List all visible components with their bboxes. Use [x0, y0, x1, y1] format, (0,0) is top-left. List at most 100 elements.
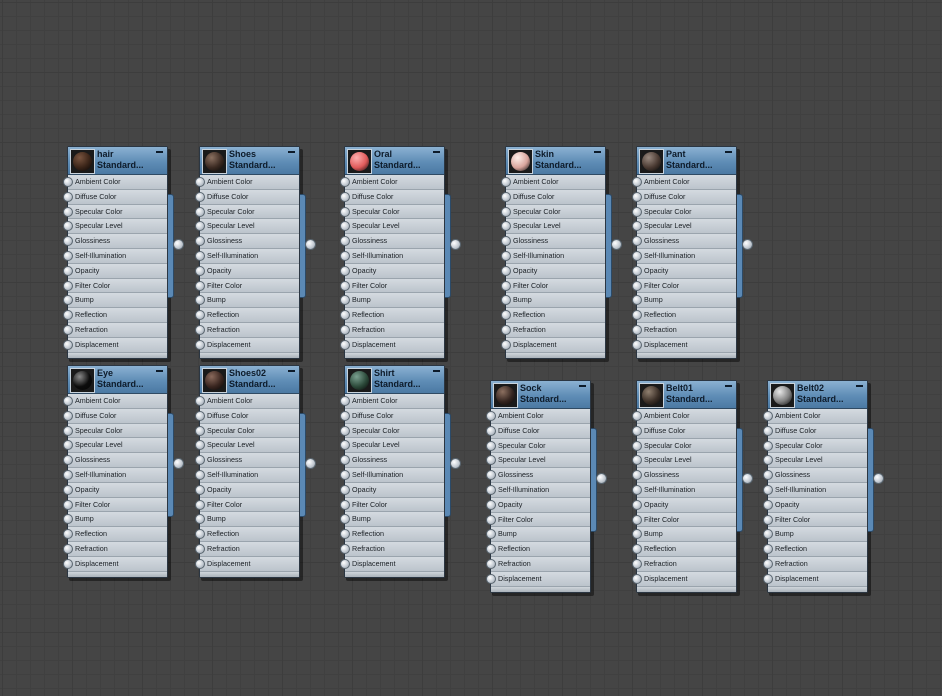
input-socket[interactable] [195, 221, 205, 232]
input-socket[interactable] [486, 425, 496, 436]
input-socket[interactable] [195, 469, 205, 480]
input-socket[interactable] [63, 236, 73, 247]
input-socket[interactable] [63, 514, 73, 525]
input-slot[interactable]: Ambient Color [340, 394, 444, 409]
input-slot[interactable]: Reflection [501, 308, 605, 323]
node-header[interactable]: Shirt Standard... [345, 366, 444, 394]
input-socket[interactable] [340, 310, 350, 321]
minimize-icon[interactable] [288, 151, 295, 153]
input-slot[interactable]: Specular Color [632, 438, 736, 454]
node-header[interactable]: Belt02 Standard... [768, 381, 867, 409]
input-socket[interactable] [340, 236, 350, 247]
input-socket[interactable] [632, 411, 642, 421]
input-socket[interactable] [486, 514, 496, 525]
input-socket[interactable] [63, 484, 73, 495]
input-socket[interactable] [486, 484, 496, 495]
input-slot[interactable]: Bump [632, 293, 736, 309]
input-slot[interactable]: Filter Color [195, 278, 299, 294]
input-slot[interactable]: Displacement [340, 556, 444, 572]
input-socket[interactable] [195, 191, 205, 202]
input-socket[interactable] [195, 177, 205, 187]
minimize-icon[interactable] [594, 151, 601, 153]
input-socket[interactable] [195, 310, 205, 321]
input-slot[interactable]: Specular Level [632, 453, 736, 469]
input-socket[interactable] [63, 529, 73, 540]
input-socket[interactable] [63, 339, 73, 350]
output-socket[interactable] [305, 458, 316, 469]
input-socket[interactable] [195, 236, 205, 247]
input-slot[interactable]: Refraction [763, 556, 867, 572]
input-socket[interactable] [195, 499, 205, 510]
input-slot[interactable]: Filter Color [763, 512, 867, 528]
input-socket[interactable] [340, 295, 350, 306]
input-slot[interactable]: Specular Level [195, 219, 299, 235]
input-socket[interactable] [63, 499, 73, 510]
input-socket[interactable] [340, 455, 350, 466]
input-socket[interactable] [340, 221, 350, 232]
input-slot[interactable]: Displacement [486, 571, 590, 587]
input-socket[interactable] [340, 558, 350, 569]
input-slot[interactable]: Specular Color [340, 204, 444, 220]
input-slot[interactable]: Displacement [632, 337, 736, 353]
input-socket[interactable] [63, 410, 73, 421]
input-socket[interactable] [632, 529, 642, 540]
input-slot[interactable]: Filter Color [632, 512, 736, 528]
input-socket[interactable] [632, 206, 642, 217]
input-socket[interactable] [63, 440, 73, 451]
minimize-icon[interactable] [433, 151, 440, 153]
input-slot[interactable]: Specular Color [501, 204, 605, 220]
input-socket[interactable] [486, 455, 496, 466]
input-socket[interactable] [340, 484, 350, 495]
input-slot[interactable]: Specular Level [763, 453, 867, 469]
input-slot[interactable]: Displacement [632, 571, 736, 587]
node-header[interactable]: Oral Standard... [345, 147, 444, 175]
input-slot[interactable]: Filter Color [340, 497, 444, 513]
minimize-icon[interactable] [433, 370, 440, 372]
input-slot[interactable]: Diffuse Color [195, 408, 299, 424]
input-slot[interactable]: Opacity [501, 263, 605, 279]
input-slot[interactable]: Opacity [632, 497, 736, 513]
input-socket[interactable] [501, 265, 511, 276]
input-socket[interactable] [501, 339, 511, 350]
input-slot[interactable]: Opacity [340, 482, 444, 498]
output-socket[interactable] [305, 239, 316, 250]
input-socket[interactable] [501, 206, 511, 217]
input-slot[interactable]: Specular Color [486, 438, 590, 454]
input-slot[interactable]: Diffuse Color [340, 408, 444, 424]
input-slot[interactable]: Reflection [195, 308, 299, 323]
input-socket[interactable] [63, 455, 73, 466]
output-socket[interactable] [450, 239, 461, 250]
input-slot[interactable]: Specular Level [632, 219, 736, 235]
input-socket[interactable] [340, 339, 350, 350]
input-socket[interactable] [63, 177, 73, 187]
input-slot[interactable]: Filter Color [340, 278, 444, 294]
input-slot[interactable]: Specular Level [340, 219, 444, 235]
minimize-icon[interactable] [156, 151, 163, 153]
input-slot[interactable]: Bump [63, 512, 167, 528]
input-slot[interactable]: Self-Illumination [763, 482, 867, 498]
input-slot[interactable]: Displacement [195, 337, 299, 353]
input-slot[interactable]: Filter Color [501, 278, 605, 294]
input-slot[interactable]: Ambient Color [63, 394, 167, 409]
input-slot[interactable]: Opacity [195, 263, 299, 279]
material-node-hair[interactable]: hair Standard... Ambient Color Diffuse Col… [63, 146, 184, 362]
input-slot[interactable]: Self-Illumination [632, 248, 736, 264]
input-socket[interactable] [763, 573, 773, 584]
input-socket[interactable] [340, 191, 350, 202]
input-socket[interactable] [763, 425, 773, 436]
input-socket[interactable] [632, 514, 642, 525]
input-socket[interactable] [195, 295, 205, 306]
input-slot[interactable]: Reflection [632, 308, 736, 323]
input-socket[interactable] [632, 425, 642, 436]
input-socket[interactable] [632, 191, 642, 202]
input-slot[interactable]: Self-Illumination [501, 248, 605, 264]
input-socket[interactable] [486, 499, 496, 510]
input-slot[interactable]: Specular Level [63, 219, 167, 235]
input-socket[interactable] [195, 529, 205, 540]
input-socket[interactable] [195, 206, 205, 217]
input-slot[interactable]: Reflection [340, 308, 444, 323]
input-slot[interactable]: Opacity [340, 263, 444, 279]
input-socket[interactable] [763, 440, 773, 451]
input-slot[interactable]: Opacity [486, 497, 590, 513]
input-socket[interactable] [340, 396, 350, 406]
